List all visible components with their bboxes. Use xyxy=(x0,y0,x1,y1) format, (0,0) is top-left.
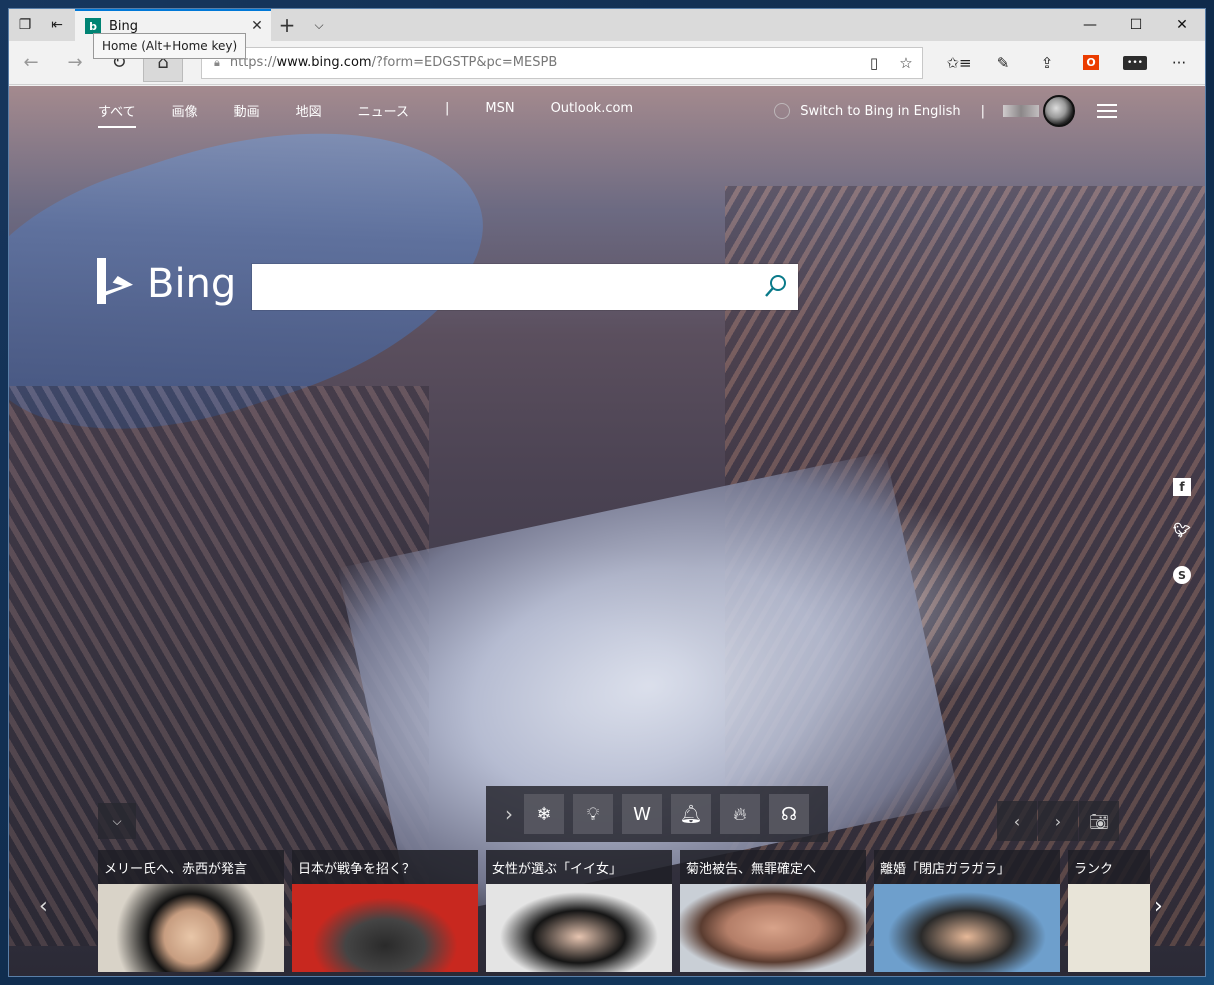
nav-link-maps[interactable]: 地図 xyxy=(296,95,322,128)
homepage-icon-bar: › ❄ 💡︎ W 🔔︎ 🔥︎ ☊ xyxy=(486,786,828,842)
set-aside-tabs-icon[interactable]: ⇤ xyxy=(41,9,73,41)
reading-view-icon[interactable]: ▯ xyxy=(858,54,890,72)
facebook-icon[interactable]: f xyxy=(1173,478,1191,496)
new-tab-button[interactable]: + xyxy=(271,9,303,41)
news-card-title: メリー氏へ、赤西が発言 xyxy=(98,850,284,884)
icon-bar-next-icon[interactable]: › xyxy=(494,802,524,826)
prev-image-icon[interactable]: ‹ xyxy=(997,801,1037,841)
close-window-button[interactable]: ✕ xyxy=(1159,9,1205,41)
nav-link-msn[interactable]: MSN xyxy=(485,95,514,128)
bell-icon[interactable]: 🔔︎ xyxy=(671,794,711,834)
bing-logo-text: Bing xyxy=(147,261,237,307)
next-image-icon[interactable]: › xyxy=(1038,801,1078,841)
news-card-image xyxy=(292,884,478,972)
extension-icon[interactable]: ••• xyxy=(1113,43,1157,83)
campfire-icon[interactable]: 🔥︎ xyxy=(720,794,760,834)
news-card-image xyxy=(98,884,284,972)
bing-favicon-icon: b xyxy=(85,18,101,34)
news-card[interactable]: 離婚「閉店ガラガラ」 xyxy=(874,850,1060,976)
bing-logo-mark-icon xyxy=(97,258,135,310)
nav-link-outlook[interactable]: Outlook.com xyxy=(551,95,634,128)
tab-actions-icon[interactable]: ❐ xyxy=(9,9,41,41)
nav-separator: | xyxy=(444,100,450,116)
office-icon[interactable]: O xyxy=(1069,43,1113,83)
bing-top-nav: すべて 画像 動画 地図 ニュース | MSN Outlook.com Swit… xyxy=(9,86,1205,136)
news-card[interactable]: メリー氏へ、赤西が発言 xyxy=(98,850,284,976)
news-next-icon[interactable]: › xyxy=(1154,894,1163,919)
search-icon[interactable] xyxy=(764,274,788,298)
news-card[interactable]: 日本が戦争を招く？ xyxy=(292,850,478,976)
collapse-chevron-icon[interactable]: ⌵ xyxy=(98,803,136,839)
search-input[interactable] xyxy=(252,264,732,310)
bing-homepage: すべて 画像 動画 地図 ニュース | MSN Outlook.com Swit… xyxy=(9,86,1205,976)
news-card[interactable]: ランク xyxy=(1068,850,1150,976)
news-card-title: 菊池被告、無罪確定へ xyxy=(680,850,866,884)
browser-window: ❐ ⇤ b Bing ✕ + ⌵ — ☐ ✕ Home (Alt+Home ke… xyxy=(8,8,1206,977)
favorites-hub-icon[interactable]: ✩≡ xyxy=(937,43,981,83)
news-card-image xyxy=(1068,884,1150,972)
lightbulb-icon[interactable]: 💡︎ xyxy=(573,794,613,834)
news-carousel: メリー氏へ、赤西が発言 日本が戦争を招く？ 女性が選ぶ「イイ女」 菊池被告、無罪… xyxy=(98,850,1150,976)
share-icon[interactable]: ⇪ xyxy=(1025,43,1069,83)
news-card[interactable]: 女性が選ぶ「イイ女」 xyxy=(486,850,672,976)
skype-icon[interactable]: S xyxy=(1173,566,1191,584)
news-prev-icon[interactable]: ‹ xyxy=(39,894,48,919)
right-separator: | xyxy=(980,103,985,119)
address-bar[interactable]: 🔒︎ https://www.bing.com/?form=EDGSTP&pc=… xyxy=(201,46,923,79)
camera-icon[interactable]: 📷︎ xyxy=(1079,801,1119,841)
news-card-image xyxy=(486,884,672,972)
avatar[interactable] xyxy=(1043,95,1075,127)
news-card-image xyxy=(680,884,866,972)
more-menu-icon[interactable]: ··· xyxy=(1157,43,1201,83)
url-text[interactable]: https://www.bing.com/?form=EDGSTP&pc=MES… xyxy=(230,55,858,70)
nav-link-news[interactable]: ニュース xyxy=(358,95,409,128)
nav-link-all[interactable]: すべて xyxy=(98,95,136,128)
search-box[interactable] xyxy=(252,264,798,310)
tab-close-icon[interactable]: ✕ xyxy=(243,18,271,34)
news-card-title: 日本が戦争を招く？ xyxy=(292,850,478,884)
hamburger-menu-icon[interactable] xyxy=(1097,100,1117,122)
snowflake-icon[interactable]: ❄ xyxy=(524,794,564,834)
maximize-button[interactable]: ☐ xyxy=(1113,9,1159,41)
web-note-pen-icon[interactable]: ✎ xyxy=(981,43,1025,83)
nav-link-videos[interactable]: 動画 xyxy=(234,95,260,128)
news-card-image xyxy=(874,884,1060,972)
dinosaur-icon[interactable]: ☊ xyxy=(769,794,809,834)
nav-link-images[interactable]: 画像 xyxy=(172,95,198,128)
image-navigation: ‹ › 📷︎ xyxy=(997,801,1120,841)
globe-icon xyxy=(774,103,791,119)
bing-logo: Bing xyxy=(97,258,236,310)
back-arrow-icon[interactable]: ← xyxy=(9,43,53,83)
switch-language-link[interactable]: Switch to Bing in English xyxy=(800,104,960,119)
tab-list-chevron-icon[interactable]: ⌵ xyxy=(303,9,335,41)
news-card-title: ランク xyxy=(1068,850,1150,884)
wikipedia-icon[interactable]: W xyxy=(622,794,662,834)
twitter-icon[interactable]: 🐦︎ xyxy=(1173,522,1191,540)
news-card-title: 離婚「閉店ガラガラ」 xyxy=(874,850,1060,884)
favorite-star-icon[interactable]: ☆ xyxy=(890,54,922,72)
news-card[interactable]: 菊池被告、無罪確定へ xyxy=(680,850,866,976)
tab-title: Bing xyxy=(109,18,139,34)
user-name-blurred[interactable] xyxy=(1003,105,1039,117)
news-card-title: 女性が選ぶ「イイ女」 xyxy=(486,850,672,884)
social-share: f 🐦︎ S xyxy=(1173,478,1191,610)
forward-arrow-icon[interactable]: → xyxy=(53,43,97,83)
minimize-button[interactable]: — xyxy=(1067,9,1113,41)
home-tooltip: Home (Alt+Home key) xyxy=(93,33,247,59)
